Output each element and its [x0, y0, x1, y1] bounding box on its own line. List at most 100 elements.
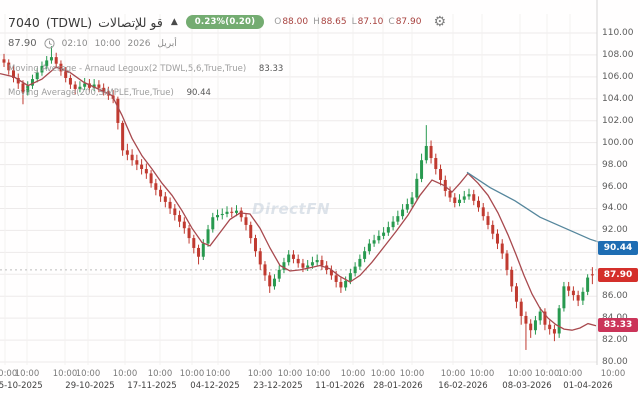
candle: [207, 229, 210, 243]
candle: [529, 324, 532, 331]
candle: [259, 251, 262, 264]
candle: [192, 238, 195, 248]
candle: [377, 236, 380, 240]
candle: [577, 295, 580, 300]
candle: [562, 286, 565, 308]
candle: [301, 263, 304, 267]
price-axis-label: 92.00: [602, 225, 628, 235]
date-label: 01-04-2026: [563, 381, 612, 391]
candle: [230, 212, 233, 213]
candle: [254, 238, 257, 251]
candle: [263, 264, 266, 275]
candle: [510, 270, 513, 286]
legend-alma[interactable]: Moving Average - Arnaud Legoux(2 TDWL,5,…: [8, 64, 283, 74]
time-label: 10:00: [508, 369, 533, 379]
directfn-watermark: DirectFN: [252, 200, 330, 218]
candle: [235, 211, 238, 213]
candle: [425, 146, 428, 160]
time-label: 10:00: [113, 369, 138, 379]
candlestick-chart[interactable]: [0, 0, 640, 365]
candle: [534, 320, 537, 330]
candle: [420, 160, 423, 179]
time-label: 10:00: [306, 369, 331, 379]
candle: [335, 275, 338, 282]
price-axis[interactable]: 110.00108.00106.00104.00102.00100.0098.0…: [597, 0, 640, 365]
candle: [539, 312, 542, 321]
candle: [116, 99, 119, 123]
trading-chart-window: DirectFN 7040 (TDWL) قو للإتصالات ▲ 0.23…: [0, 0, 640, 400]
time-label: 10:00: [206, 369, 231, 379]
time-axis[interactable]: 10:0010:0010:0010:0010:0010:0010:0010:00…: [0, 365, 640, 400]
time-label: 10:00: [558, 369, 583, 379]
legend-sma200[interactable]: Moving Average(200,SIMPLE,True,True) 90.…: [8, 88, 211, 98]
candle: [159, 190, 162, 197]
candle: [392, 222, 395, 227]
time-label: 10:00: [601, 369, 626, 379]
symbol-header: 7040 (TDWL) قو للإتصالات ▲ 0.23%(0.20) O…: [8, 14, 446, 30]
candle: [240, 211, 243, 218]
candle: [411, 198, 414, 205]
candle: [69, 78, 72, 85]
time-label: 10:00: [470, 369, 495, 379]
candle: [273, 279, 276, 287]
candle: [202, 244, 205, 257]
price-axis-label: 98.00: [602, 160, 628, 170]
time-label: 10:00: [15, 369, 40, 379]
sma200-line: [467, 172, 610, 246]
candle: [581, 292, 584, 301]
candle: [415, 179, 418, 198]
trade-time-1: 02:10: [62, 39, 88, 49]
candle: [83, 83, 86, 86]
candle: [197, 248, 200, 257]
candle: [572, 291, 575, 295]
date-label: 11-01-2026: [315, 381, 364, 391]
candle: [150, 173, 153, 183]
time-label: 10:00: [278, 369, 303, 379]
clock-icon: [44, 38, 55, 49]
last-price: 87.90: [8, 38, 37, 49]
candle: [548, 325, 551, 329]
legend-alma-value: 83.33: [259, 64, 283, 74]
price-axis-label: 86.00: [602, 291, 628, 301]
candle: [316, 260, 319, 262]
candle: [586, 278, 589, 292]
trade-time-2: 10:00: [95, 39, 121, 49]
time-label: 10:00: [53, 369, 78, 379]
candle: [311, 262, 314, 265]
time-label: 10:00: [148, 369, 173, 379]
price-axis-label: 106.00: [602, 72, 634, 82]
high-label: H: [313, 17, 320, 27]
candle: [363, 251, 366, 259]
time-label: 10:00: [76, 369, 101, 379]
candle: [515, 286, 518, 301]
candle: [453, 198, 456, 203]
time-label: 10:00: [371, 369, 396, 379]
candle: [131, 155, 134, 160]
candle: [368, 244, 371, 252]
candle: [396, 216, 399, 221]
time-label: 10:00: [441, 369, 466, 379]
price-badge-90.44: 90.44: [598, 241, 638, 255]
low-value: 87.10: [358, 17, 384, 27]
candle: [406, 204, 409, 209]
candle: [567, 286, 570, 290]
candle: [558, 308, 561, 333]
price-axis-label: 94.00: [602, 203, 628, 213]
date-label: 29-10-2025: [65, 381, 114, 391]
candle: [226, 212, 229, 214]
candle: [553, 329, 556, 333]
candle: [373, 240, 376, 243]
candle: [524, 316, 527, 324]
candle: [140, 165, 143, 169]
candle: [477, 201, 480, 208]
candle: [501, 244, 504, 254]
symbol-code: 7040: [8, 15, 40, 30]
last-trade-info: 87.90 02:10 10:00 2026 أبريل: [8, 38, 177, 49]
candle: [50, 57, 53, 60]
candle: [249, 225, 252, 238]
candle: [178, 215, 181, 222]
candle: [354, 267, 357, 274]
symbol-dropdown-icon[interactable]: ▲: [171, 17, 178, 27]
gear-icon[interactable]: ⚙: [433, 14, 446, 30]
candle: [482, 207, 485, 216]
